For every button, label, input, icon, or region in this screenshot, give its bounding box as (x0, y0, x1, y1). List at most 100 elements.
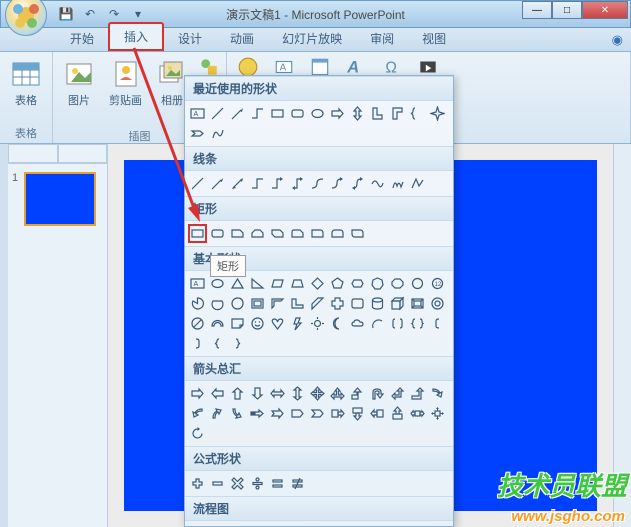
shape-arrow-striped[interactable] (248, 404, 267, 423)
shape-moon[interactable] (328, 314, 347, 333)
shape-rightbrace[interactable] (228, 334, 247, 353)
shape-arrow-rightcallout[interactable] (328, 404, 347, 423)
shape-frame[interactable] (248, 294, 267, 313)
shape-arrow-uturn[interactable] (368, 384, 387, 403)
shape-fc-internal[interactable] (288, 524, 307, 526)
shape-line[interactable] (208, 104, 227, 123)
shape-arrow-bentup[interactable] (408, 384, 427, 403)
tab-insert[interactable]: 插入 (108, 22, 164, 51)
shape-arrow-curvedright[interactable] (428, 384, 447, 403)
shape-fc-manual[interactable] (388, 524, 407, 526)
tab-slideshow[interactable]: 幻灯片放映 (268, 26, 356, 51)
shape-bevel[interactable] (408, 294, 427, 313)
shape-elbow-double[interactable] (288, 174, 307, 193)
shape-octagon[interactable] (388, 274, 407, 293)
shape-fc-data[interactable] (248, 524, 267, 526)
shape-textbox2[interactable]: A (188, 274, 207, 293)
shape-fc-doc[interactable] (308, 524, 327, 526)
thumb-slide-1[interactable]: 1 (12, 172, 103, 226)
shape-round1[interactable] (308, 224, 327, 243)
shape-dodecagon[interactable]: 12 (428, 274, 447, 293)
shape-blockarc[interactable] (208, 314, 227, 333)
tab-view[interactable]: 视图 (408, 26, 460, 51)
shape-round2same[interactable] (328, 224, 347, 243)
shape-textbox[interactable]: A (188, 104, 207, 123)
shape-donut[interactable] (428, 294, 447, 313)
shape-pie[interactable] (188, 294, 207, 313)
thumbs-tab-outline[interactable] (58, 144, 108, 163)
shape-arrow-circular[interactable] (188, 424, 207, 443)
shape-sniproundrect[interactable] (288, 224, 307, 243)
shape-connector[interactable] (248, 104, 267, 123)
shape-l[interactable] (368, 104, 387, 123)
shape-pentagon[interactable] (328, 274, 347, 293)
shape-sun[interactable] (308, 314, 327, 333)
shape-cloud[interactable] (348, 314, 367, 333)
shape-heart[interactable] (268, 314, 287, 333)
help-icon[interactable]: ◉ (612, 32, 623, 48)
shape-arrow-lu[interactable] (388, 384, 407, 403)
shape-can[interactable] (368, 294, 387, 313)
shape-parallelogram[interactable] (268, 274, 287, 293)
shape-arrow-leftcallout[interactable] (368, 404, 387, 423)
shape-freeform3[interactable] (408, 174, 427, 193)
shape-freeform2[interactable] (368, 174, 387, 193)
shape-l2[interactable] (388, 104, 407, 123)
tab-animations[interactable]: 动画 (216, 26, 268, 51)
shape-diagstripe[interactable] (308, 294, 327, 313)
shape-rect[interactable] (268, 104, 287, 123)
shape-foldedcorner[interactable] (228, 314, 247, 333)
save-icon[interactable]: 💾 (57, 5, 75, 23)
shape-oval[interactable] (308, 104, 327, 123)
shape-rightbracket[interactable] (188, 334, 207, 353)
office-button[interactable] (5, 0, 47, 36)
shape-multiply[interactable] (228, 474, 247, 493)
shape-equal[interactable] (268, 474, 287, 493)
shape-arc[interactable] (368, 314, 387, 333)
shape-snip2same[interactable] (248, 224, 267, 243)
shape-plus[interactable] (188, 474, 207, 493)
shape-chord[interactable] (208, 294, 227, 313)
redo-icon[interactable]: ↷ (105, 5, 123, 23)
shape-hexarrow[interactable] (188, 124, 207, 143)
shape-arrow-lru[interactable] (328, 384, 347, 403)
shape-doublearrow[interactable] (228, 174, 247, 193)
tab-home[interactable]: 开始 (56, 26, 108, 51)
shape-cube[interactable] (388, 294, 407, 313)
shape-curve-arrow[interactable] (328, 174, 347, 193)
shape-arrow-chevron[interactable] (308, 404, 327, 423)
shape-arrow-bent[interactable] (348, 384, 367, 403)
shape-roundrect2[interactable] (208, 224, 227, 243)
undo-icon[interactable]: ↶ (81, 5, 99, 23)
shape-arrowline2[interactable] (208, 174, 227, 193)
shape-elbow[interactable] (248, 174, 267, 193)
shape-brace[interactable] (408, 104, 427, 123)
shape-fc-term[interactable] (348, 524, 367, 526)
shape-snip1[interactable] (228, 224, 247, 243)
shape-arrow-quad[interactable] (308, 384, 327, 403)
close-button[interactable]: ✕ (582, 1, 628, 19)
shape-arrow-curvedleft[interactable] (188, 404, 207, 423)
clipart-button[interactable]: 剪贴画 (105, 56, 146, 110)
shape-star4[interactable] (428, 104, 447, 123)
shape-arrow-downcallout[interactable] (348, 404, 367, 423)
shape-rtriangle[interactable] (248, 274, 267, 293)
shape-teardrop[interactable] (228, 294, 247, 313)
shape-line2[interactable] (188, 174, 207, 193)
shape-arrow-l[interactable] (208, 384, 227, 403)
shape-arrow-quadcallout[interactable] (428, 404, 447, 423)
shape-arrow-updown[interactable] (348, 104, 367, 123)
shape-fc-process[interactable] (188, 524, 207, 526)
shape-arrow-upcallout[interactable] (388, 404, 407, 423)
shape-trapezoid[interactable] (288, 274, 307, 293)
qat-dropdown-icon[interactable]: ▾ (129, 5, 147, 23)
shape-minus[interactable] (208, 474, 227, 493)
shape-arrow-r[interactable] (188, 384, 207, 403)
tab-design[interactable]: 设计 (164, 26, 216, 51)
shape-arrow-line[interactable] (228, 104, 247, 123)
shape-lightning[interactable] (288, 314, 307, 333)
shape-snip2diag[interactable] (268, 224, 287, 243)
shape-divide[interactable] (248, 474, 267, 493)
shape-arrow-lrcallout[interactable] (408, 404, 427, 423)
shape-fc-prep[interactable] (368, 524, 387, 526)
